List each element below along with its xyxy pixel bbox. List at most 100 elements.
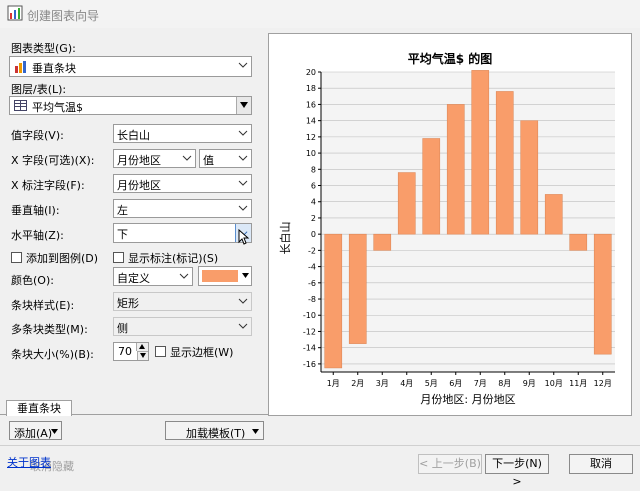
x-tick-label: 7月 (474, 379, 487, 388)
bar (569, 233, 588, 251)
multi-bar-dropdown[interactable]: 侧 (113, 317, 252, 336)
chevron-down-icon (238, 62, 248, 68)
haxis-dropdown[interactable]: 下 (113, 223, 252, 245)
next-button[interactable]: 下一步(N) > (485, 454, 549, 488)
x-tick-label: 9月 (523, 379, 536, 388)
y-tick-label: 4 (311, 198, 316, 207)
color-picker-button[interactable] (198, 266, 252, 286)
x-field-mode-dropdown[interactable]: 值 (199, 149, 252, 168)
haxis-value: 下 (117, 228, 128, 241)
x-field-value: 月份地区 (117, 154, 161, 167)
chart-type-label: 图表类型(G): (11, 42, 76, 55)
chart-preview-panel: 平均气温$ 的图 长白山 月份地区: 月份地区 -16 -14 -12 -10 -8 -6… (268, 33, 632, 416)
load-template-label: 加载模板(T) (186, 427, 246, 440)
bar (593, 233, 612, 355)
chart-title: 平均气温$ 的图 (408, 51, 493, 66)
show-labels-label: 显示标注(标记)(S) (128, 252, 219, 265)
chevron-down-icon (238, 130, 248, 136)
y-tick-label: -14 (303, 344, 316, 353)
y-tick-label: -12 (303, 327, 316, 336)
chevron-down-icon (238, 323, 248, 329)
color-label: 颜色(O): (11, 274, 54, 287)
bar-size-label: 条块大小(%)(B): (11, 348, 94, 361)
chart-wizard-icon (7, 5, 23, 21)
y-tick-label: 14 (306, 117, 316, 126)
show-border-checkbox[interactable] (155, 346, 166, 357)
vaxis-value: 左 (117, 204, 128, 217)
vaxis-dropdown[interactable]: 左 (113, 199, 252, 218)
x-tick-label: 3月 (376, 379, 389, 388)
x-field-dropdown[interactable]: 月份地区 (113, 149, 196, 168)
bar-chart-icon (14, 60, 28, 73)
add-button[interactable]: 添加(A) (9, 421, 62, 440)
cancel-button[interactable]: 取消 (569, 454, 633, 474)
x-tick-label: 12月 (594, 379, 612, 388)
bar (324, 233, 343, 369)
color-swatch (202, 270, 238, 282)
layer-dropdown[interactable]: 平均气温$ (9, 96, 252, 115)
title-bar: 创建图表向导 (0, 0, 640, 28)
vaxis-label: 垂直轴(I): (11, 204, 60, 217)
y-tick-label: 16 (306, 100, 316, 109)
x-tick-label: 8月 (498, 379, 511, 388)
y-tick-label: 12 (306, 133, 316, 142)
x-tick-label: 1月 (327, 379, 340, 388)
bar (520, 120, 539, 235)
stepper-up-button[interactable] (136, 343, 148, 351)
x-tick-label: 4月 (400, 379, 413, 388)
bar (397, 172, 416, 235)
bar-style-dropdown[interactable]: 矩形 (113, 292, 252, 311)
x-tag-label: X 标注字段(F): (11, 179, 85, 192)
y-tick-label: 18 (306, 84, 316, 93)
y-tick-label: 6 (311, 182, 316, 191)
x-tag-dropdown[interactable]: 月份地区 (113, 174, 252, 193)
y-tick-label: -4 (308, 263, 316, 272)
bar (544, 194, 563, 235)
stepper-down-button[interactable] (137, 351, 148, 360)
show-border-label: 显示边框(W) (170, 346, 234, 359)
bar-size-value: 70 (118, 345, 132, 358)
bar (471, 70, 490, 235)
about-chart-link[interactable]: 关于图表 (7, 454, 51, 470)
x-tick-label: 11月 (569, 379, 587, 388)
show-labels-checkbox[interactable] (113, 252, 124, 263)
mouse-cursor-icon (238, 229, 250, 245)
y-tick-label: -16 (303, 360, 316, 369)
chevron-down-icon (182, 155, 192, 161)
chevron-down-icon (238, 180, 248, 186)
caret-down-icon (252, 429, 259, 434)
tab-vertical-bar[interactable]: 垂直条块 (6, 400, 72, 416)
bar-style-label: 条块样式(E): (11, 299, 75, 312)
chart-xlabel: 月份地区: 月份地区 (420, 393, 515, 406)
bar-size-stepper[interactable]: 70 (113, 342, 149, 361)
y-tick-label: 10 (306, 149, 316, 158)
prev-button[interactable]: < 上一步(B) (418, 454, 482, 474)
y-tick-label: -2 (308, 246, 316, 255)
add-legend-label: 添加到图例(D) (26, 252, 99, 265)
chart-type-value: 垂直条块 (32, 62, 76, 75)
color-mode-value: 自定义 (117, 272, 150, 285)
y-tick-label: 2 (311, 214, 316, 223)
layer-label: 图层/表(L): (11, 83, 67, 96)
load-template-button[interactable]: 加载模板(T) (165, 421, 264, 440)
y-tick-label: 8 (311, 165, 316, 174)
y-tick-label: -10 (303, 311, 316, 320)
chevron-down-icon (238, 155, 248, 161)
bar (373, 233, 392, 251)
color-mode-dropdown[interactable]: 自定义 (113, 267, 193, 286)
bar-style-value: 矩形 (117, 297, 139, 310)
layer-dropdown-button[interactable] (236, 97, 251, 114)
chart-type-dropdown[interactable]: 垂直条块 (9, 56, 252, 77)
x-tick-label: 2月 (351, 379, 364, 388)
value-field-label: 值字段(V): (11, 129, 64, 142)
haxis-label: 水平轴(Z): (11, 229, 64, 242)
add-legend-checkbox[interactable] (11, 252, 22, 263)
layer-value: 平均气温$ (32, 101, 83, 114)
caret-down-icon (51, 429, 58, 434)
caret-down-icon (242, 273, 249, 278)
table-icon (14, 100, 27, 111)
value-field-dropdown[interactable]: 长白山 (113, 124, 252, 143)
bar (422, 138, 441, 235)
chevron-down-icon (238, 205, 248, 211)
y-tick-label: -6 (308, 279, 316, 288)
